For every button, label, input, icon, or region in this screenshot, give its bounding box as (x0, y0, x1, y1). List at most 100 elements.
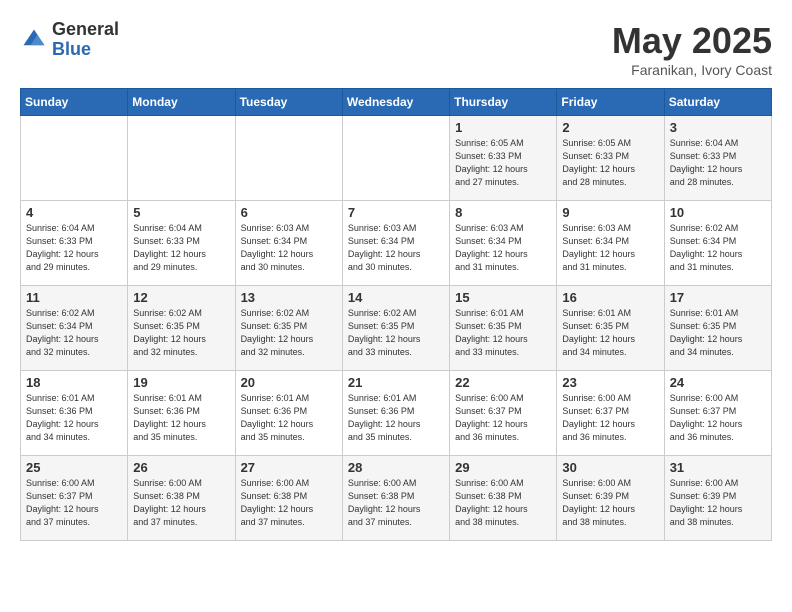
day-info: Sunrise: 6:01 AM Sunset: 6:36 PM Dayligh… (133, 392, 229, 444)
day-number: 8 (455, 205, 551, 220)
day-number: 4 (26, 205, 122, 220)
weekday-header: Monday (128, 89, 235, 116)
calendar-cell: 14 Sunrise: 6:02 AM Sunset: 6:35 PM Dayli… (342, 286, 449, 371)
weekday-header: Thursday (450, 89, 557, 116)
calendar-cell: 11Sunrise: 6:02 AM Sunset: 6:34 PM Dayli… (21, 286, 128, 371)
calendar-cell: 9Sunrise: 6:03 AM Sunset: 6:34 PM Daylig… (557, 201, 664, 286)
calendar-cell: 30Sunrise: 6:00 AM Sunset: 6:39 PM Dayli… (557, 456, 664, 541)
calendar-cell: 13Sunrise: 6:02 AM Sunset: 6:35 PM Dayli… (235, 286, 342, 371)
weekday-header: Friday (557, 89, 664, 116)
day-number: 25 (26, 460, 122, 475)
day-number: 31 (670, 460, 766, 475)
calendar-cell: 10Sunrise: 6:02 AM Sunset: 6:34 PM Dayli… (664, 201, 771, 286)
day-info: Sunrise: 6:00 AM Sunset: 6:39 PM Dayligh… (562, 477, 658, 529)
logo: General Blue (20, 20, 119, 60)
calendar-cell: 23Sunrise: 6:00 AM Sunset: 6:37 PM Dayli… (557, 371, 664, 456)
day-number: 13 (241, 290, 337, 305)
day-number: 2 (562, 120, 658, 135)
logo-blue-text: Blue (52, 40, 119, 60)
day-info: Sunrise: 6:05 AM Sunset: 6:33 PM Dayligh… (455, 137, 551, 189)
day-info: Sunrise: 6:03 AM Sunset: 6:34 PM Dayligh… (241, 222, 337, 274)
day-number: 11 (26, 290, 122, 305)
calendar-cell: 20Sunrise: 6:01 AM Sunset: 6:36 PM Dayli… (235, 371, 342, 456)
logo-icon (20, 26, 48, 54)
day-number: 21 (348, 375, 444, 390)
day-info: Sunrise: 6:04 AM Sunset: 6:33 PM Dayligh… (670, 137, 766, 189)
day-info: Sunrise: 6:00 AM Sunset: 6:39 PM Dayligh… (670, 477, 766, 529)
calendar-cell: 4 Sunrise: 6:04 AM Sunset: 6:33 PM Daylig… (21, 201, 128, 286)
calendar-cell: 8Sunrise: 6:03 AM Sunset: 6:34 PM Daylig… (450, 201, 557, 286)
day-number: 5 (133, 205, 229, 220)
day-info: Sunrise: 6:01 AM Sunset: 6:36 PM Dayligh… (348, 392, 444, 444)
calendar-cell: 28 Sunrise: 6:00 AM Sunset: 6:38 PM Dayli… (342, 456, 449, 541)
calendar-cell: 7Sunrise: 6:03 AM Sunset: 6:34 PM Daylig… (342, 201, 449, 286)
day-info: Sunrise: 6:00 AM Sunset: 6:38 PM Dayligh… (348, 477, 444, 529)
weekday-row: SundayMondayTuesdayWednesdayThursdayFrid… (21, 89, 772, 116)
calendar-cell: 31 Sunrise: 6:00 AM Sunset: 6:39 PM Dayli… (664, 456, 771, 541)
logo-text: General Blue (52, 20, 119, 60)
calendar-week-row: 25 Sunrise: 6:00 AM Sunset: 6:37 PM Dayli… (21, 456, 772, 541)
day-number: 14 (348, 290, 444, 305)
calendar-cell (128, 116, 235, 201)
calendar-cell: 16 Sunrise: 6:01 AM Sunset: 6:35 PM Dayli… (557, 286, 664, 371)
weekday-header: Saturday (664, 89, 771, 116)
calendar-header: SundayMondayTuesdayWednesdayThursdayFrid… (21, 89, 772, 116)
calendar-cell (235, 116, 342, 201)
day-info: Sunrise: 6:01 AM Sunset: 6:35 PM Dayligh… (670, 307, 766, 359)
calendar-cell: 3 Sunrise: 6:04 AM Sunset: 6:33 PM Daylig… (664, 116, 771, 201)
day-info: Sunrise: 6:01 AM Sunset: 6:36 PM Dayligh… (241, 392, 337, 444)
calendar-cell: 12 Sunrise: 6:02 AM Sunset: 6:35 PM Dayli… (128, 286, 235, 371)
day-number: 24 (670, 375, 766, 390)
weekday-header: Wednesday (342, 89, 449, 116)
calendar-week-row: 1Sunrise: 6:05 AM Sunset: 6:33 PM Daylig… (21, 116, 772, 201)
day-info: Sunrise: 6:04 AM Sunset: 6:33 PM Dayligh… (133, 222, 229, 274)
day-number: 6 (241, 205, 337, 220)
day-info: Sunrise: 6:00 AM Sunset: 6:38 PM Dayligh… (455, 477, 551, 529)
calendar-week-row: 4 Sunrise: 6:04 AM Sunset: 6:33 PM Daylig… (21, 201, 772, 286)
location: Faranikan, Ivory Coast (612, 62, 772, 78)
calendar-cell: 27Sunrise: 6:00 AM Sunset: 6:38 PM Dayli… (235, 456, 342, 541)
day-number: 17 (670, 290, 766, 305)
calendar-cell: 19 Sunrise: 6:01 AM Sunset: 6:36 PM Dayli… (128, 371, 235, 456)
calendar-body: 1Sunrise: 6:05 AM Sunset: 6:33 PM Daylig… (21, 116, 772, 541)
calendar-cell: 29Sunrise: 6:00 AM Sunset: 6:38 PM Dayli… (450, 456, 557, 541)
day-info: Sunrise: 6:04 AM Sunset: 6:33 PM Dayligh… (26, 222, 122, 274)
logo-general-text: General (52, 20, 119, 40)
day-info: Sunrise: 6:00 AM Sunset: 6:38 PM Dayligh… (241, 477, 337, 529)
day-info: Sunrise: 6:05 AM Sunset: 6:33 PM Dayligh… (562, 137, 658, 189)
title-block: May 2025 Faranikan, Ivory Coast (612, 20, 772, 78)
calendar-cell: 15Sunrise: 6:01 AM Sunset: 6:35 PM Dayli… (450, 286, 557, 371)
day-number: 26 (133, 460, 229, 475)
weekday-header: Sunday (21, 89, 128, 116)
calendar-cell: 18Sunrise: 6:01 AM Sunset: 6:36 PM Dayli… (21, 371, 128, 456)
day-number: 28 (348, 460, 444, 475)
day-number: 19 (133, 375, 229, 390)
day-number: 12 (133, 290, 229, 305)
calendar-cell: 1Sunrise: 6:05 AM Sunset: 6:33 PM Daylig… (450, 116, 557, 201)
calendar-cell (21, 116, 128, 201)
calendar-cell: 2 Sunrise: 6:05 AM Sunset: 6:33 PM Daylig… (557, 116, 664, 201)
day-info: Sunrise: 6:02 AM Sunset: 6:35 PM Dayligh… (133, 307, 229, 359)
day-info: Sunrise: 6:00 AM Sunset: 6:37 PM Dayligh… (26, 477, 122, 529)
day-number: 16 (562, 290, 658, 305)
calendar-week-row: 11Sunrise: 6:02 AM Sunset: 6:34 PM Dayli… (21, 286, 772, 371)
day-number: 3 (670, 120, 766, 135)
calendar-cell: 22 Sunrise: 6:00 AM Sunset: 6:37 PM Dayli… (450, 371, 557, 456)
calendar-cell: 17 Sunrise: 6:01 AM Sunset: 6:35 PM Dayli… (664, 286, 771, 371)
calendar-cell: 25 Sunrise: 6:00 AM Sunset: 6:37 PM Dayli… (21, 456, 128, 541)
day-info: Sunrise: 6:02 AM Sunset: 6:35 PM Dayligh… (348, 307, 444, 359)
day-info: Sunrise: 6:00 AM Sunset: 6:38 PM Dayligh… (133, 477, 229, 529)
calendar-week-row: 18Sunrise: 6:01 AM Sunset: 6:36 PM Dayli… (21, 371, 772, 456)
day-info: Sunrise: 6:01 AM Sunset: 6:36 PM Dayligh… (26, 392, 122, 444)
month-title: May 2025 (612, 20, 772, 62)
page-header: General Blue May 2025 Faranikan, Ivory C… (20, 20, 772, 78)
day-info: Sunrise: 6:00 AM Sunset: 6:37 PM Dayligh… (455, 392, 551, 444)
day-info: Sunrise: 6:02 AM Sunset: 6:34 PM Dayligh… (670, 222, 766, 274)
day-number: 22 (455, 375, 551, 390)
calendar-cell: 26 Sunrise: 6:00 AM Sunset: 6:38 PM Dayli… (128, 456, 235, 541)
day-info: Sunrise: 6:01 AM Sunset: 6:35 PM Dayligh… (562, 307, 658, 359)
day-info: Sunrise: 6:03 AM Sunset: 6:34 PM Dayligh… (348, 222, 444, 274)
calendar-table: SundayMondayTuesdayWednesdayThursdayFrid… (20, 88, 772, 541)
day-number: 23 (562, 375, 658, 390)
day-number: 9 (562, 205, 658, 220)
